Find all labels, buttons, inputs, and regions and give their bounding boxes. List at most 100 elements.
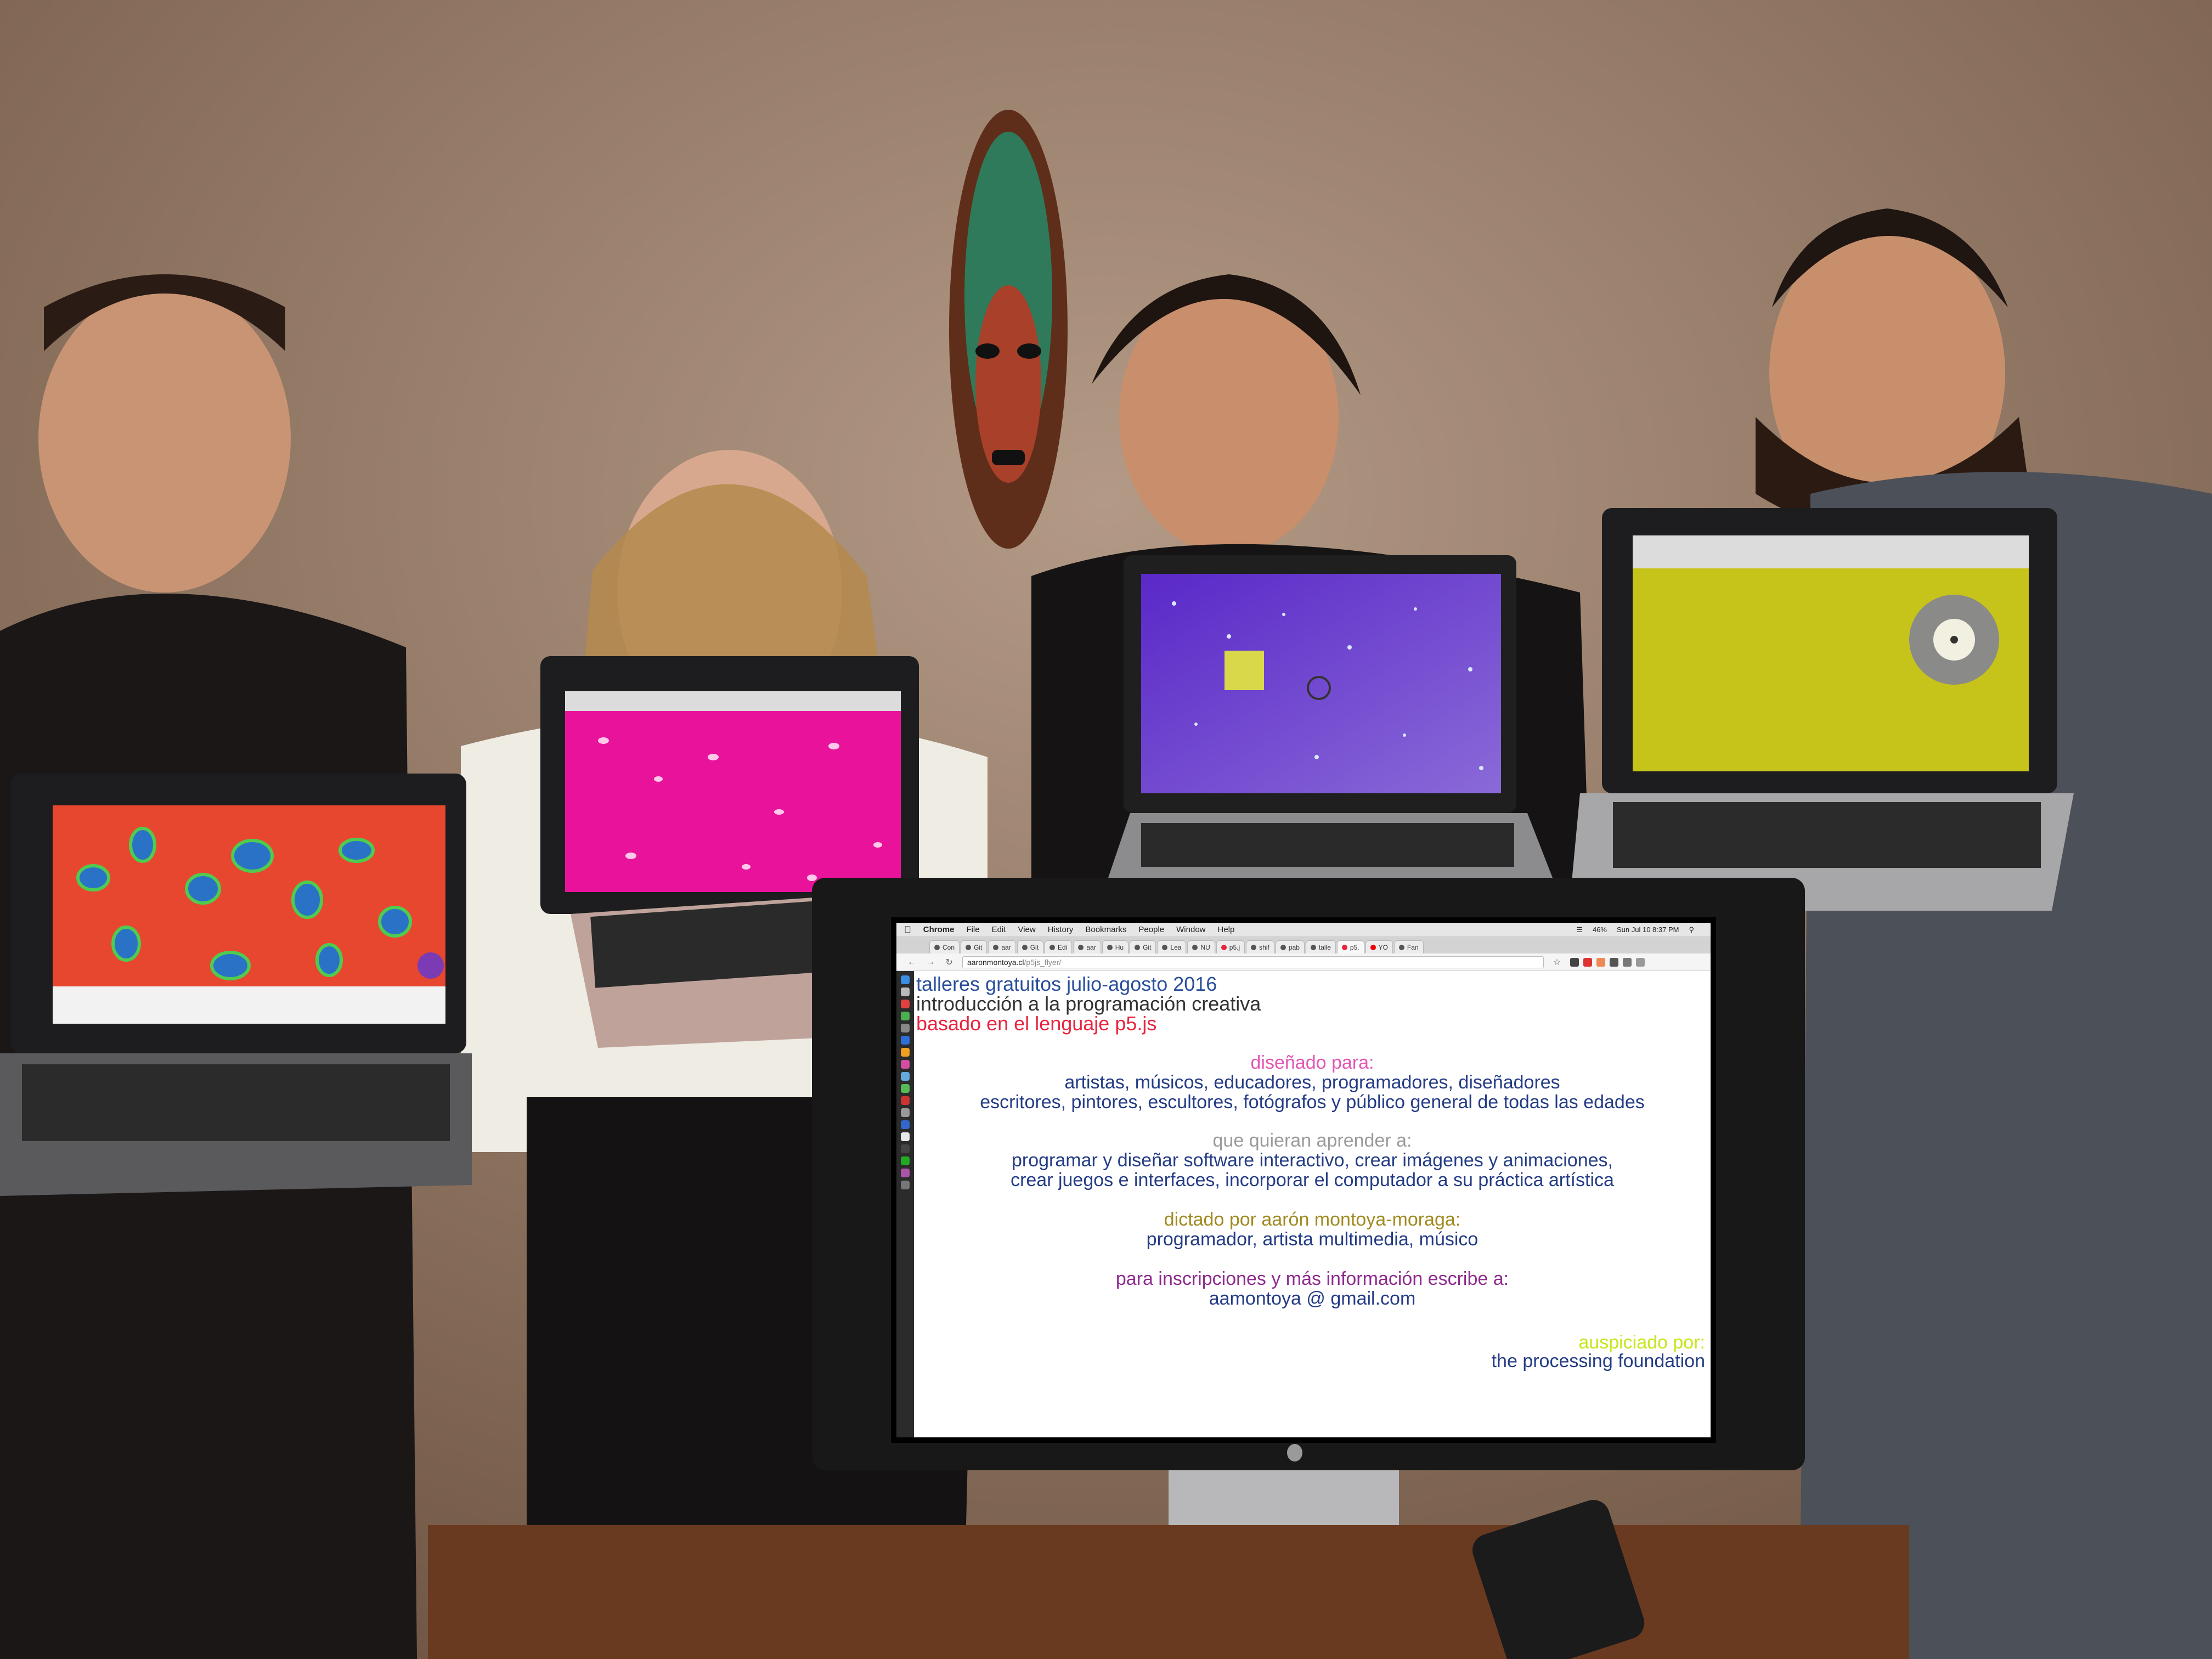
tab-label: Hu [1115,943,1124,951]
tab[interactable]: YO [1365,940,1393,953]
menu-chrome[interactable]: Chrome [923,925,955,934]
extension-icon[interactable] [1583,957,1592,967]
app-icon[interactable] [901,1108,910,1117]
learn-label: que quieran aprender a: [1212,1130,1412,1151]
app-icon[interactable] [901,1060,910,1069]
battery-status[interactable]: 46% [1593,926,1607,933]
address-bar[interactable]: aaronmontoya.cl/p5js_flyer/ [962,956,1544,968]
tab-favicon-icon [1221,944,1227,950]
tab[interactable]: NU [1187,940,1215,953]
tab[interactable]: shif [1246,940,1274,953]
tab-label: Git [1030,943,1039,951]
tab-active[interactable]: p5. [1336,940,1364,953]
tab-label: aar [1086,943,1096,951]
tab-favicon-icon [1341,944,1347,950]
sponsor-name: the processing foundation [1491,1351,1705,1372]
menu-view[interactable]: View [1018,925,1035,934]
tab[interactable]: p5.j [1216,940,1245,953]
tab[interactable]: Git [1130,940,1156,953]
forward-icon[interactable]: → [925,957,936,967]
laptop-macbook-yellow [1569,508,2074,911]
extension-icon[interactable] [1570,957,1579,967]
tab[interactable]: Con [929,940,960,953]
designed-for-line: artistas, músicos, educadores, programad… [1064,1072,1560,1093]
app-icon[interactable] [901,1156,910,1165]
learn-line: programar y diseñar software interactivo… [1011,1150,1613,1171]
tab-label: NU [1200,943,1210,951]
extension-icon[interactable] [1610,957,1618,967]
menu-file[interactable]: File [966,925,979,934]
tab-favicon-icon [1251,944,1257,950]
url-path: /p5js_flyer/ [1024,957,1062,967]
github-icon [1135,944,1141,950]
purple-stars-sketch [1141,574,1501,793]
app-icon[interactable] [901,1024,910,1032]
app-icon[interactable] [901,1000,910,1008]
extension-icon[interactable] [1596,957,1605,967]
wifi-icon[interactable]: ☰ [1576,926,1583,933]
app-icon[interactable] [901,1181,910,1189]
app-icon[interactable] [901,1132,910,1141]
flyer-language: basado en el lenguaje p5.js [916,1012,1157,1035]
tab[interactable]: Fan [1393,940,1424,953]
tab[interactable]: Git [961,940,988,953]
app-icon[interactable] [901,1144,910,1153]
url-host: aaronmontoya.cl [967,957,1024,967]
bookmark-star-icon[interactable]: ☆ [1551,957,1562,968]
menu-edit[interactable]: Edit [992,925,1006,934]
menu-help[interactable]: Help [1218,925,1235,934]
menu-window[interactable]: Window [1176,925,1205,934]
menu-bookmarks[interactable]: Bookmarks [1085,925,1126,934]
menu-icon[interactable] [1636,957,1645,967]
tab-label: Con [943,943,955,951]
contact-email: aamontoya @ gmail.com [1209,1288,1416,1309]
github-icon [1022,944,1028,950]
mac-dock [896,971,914,1437]
extension-icon[interactable] [1623,957,1632,967]
app-icon[interactable] [901,1096,910,1105]
launchpad-icon[interactable] [901,988,910,996]
tab-label: shif [1259,943,1269,951]
youtube-icon [1370,944,1376,950]
red-ellipses-sketch [53,805,445,986]
taught-by-label: dictado por aarón montoya-moraga: [1164,1209,1461,1230]
tab[interactable]: Git [1017,940,1044,953]
tab[interactable]: Hu [1102,940,1129,953]
menu-clock[interactable]: Sun Jul 10 8:37 PM [1617,926,1679,933]
tab[interactable]: pab [1275,940,1305,953]
tab-favicon-icon [1280,944,1286,950]
tab-label: p5.j [1229,943,1240,951]
tab-label: Lea [1170,943,1182,951]
menu-status-area: ☰ 46% Sun Jul 10 8:37 PM ⚲ [1576,926,1705,933]
learn-line: crear juegos e interfaces, incorporar el… [1011,1170,1614,1190]
back-icon[interactable]: ← [906,957,917,967]
app-icon[interactable] [901,1048,910,1057]
app-icon[interactable] [901,1169,910,1177]
tab-label: Fan [1407,943,1419,951]
app-icon[interactable] [901,1084,910,1093]
table [428,1525,1909,1659]
reload-icon[interactable]: ↻ [944,957,955,968]
app-icon[interactable] [901,1012,910,1020]
tab-label: talle [1318,943,1331,951]
menu-people[interactable]: People [1138,925,1164,934]
app-icon[interactable] [901,1036,910,1045]
github-icon [1398,944,1404,950]
tab[interactable]: aar [988,940,1016,953]
app-icon[interactable] [901,1072,910,1081]
search-icon[interactable]: ⚲ [1689,926,1694,933]
tab[interactable]: Lea [1157,940,1187,953]
tab[interactable]: aar [1073,940,1101,953]
tribal-mask [949,110,1068,549]
tab-label: pab [1288,943,1300,951]
apple-icon[interactable]:  [904,924,911,935]
menu-history[interactable]: History [1048,925,1074,934]
finder-icon[interactable] [901,975,910,984]
tab[interactable]: Edi [1045,940,1073,953]
app-icon[interactable] [901,1120,910,1129]
tab-favicon-icon [1078,944,1084,950]
tab-label: aar [1001,943,1011,951]
github-icon [1107,944,1113,950]
tab[interactable]: talle [1305,940,1336,953]
tab-label: YO [1378,943,1388,951]
